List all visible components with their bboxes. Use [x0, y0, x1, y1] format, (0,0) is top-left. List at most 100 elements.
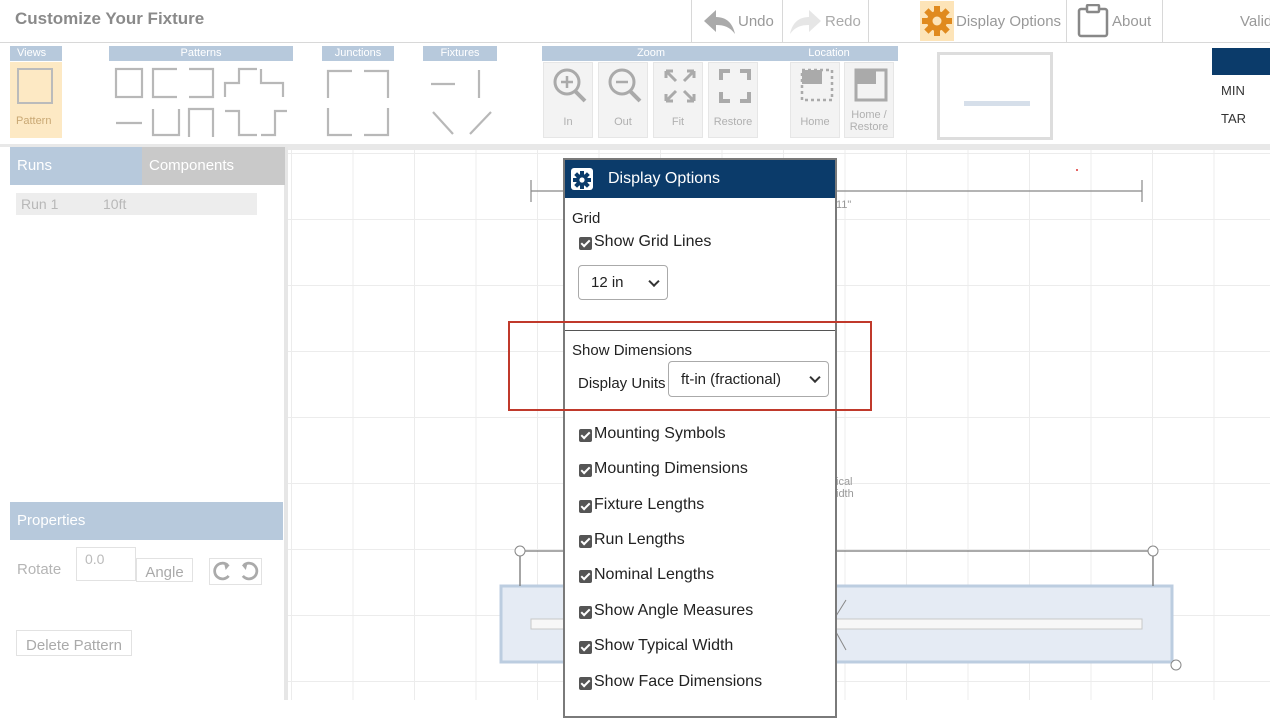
tab-runs[interactable]: Runs — [10, 147, 142, 185]
junction-top-left-icon — [326, 69, 352, 98]
option-label: Nominal Lengths — [594, 566, 715, 583]
mounting-symbols-checkbox[interactable] — [579, 429, 592, 442]
zoom-out-button[interactable]: Out — [598, 62, 648, 138]
display-options-button[interactable]: Display Options — [920, 0, 1061, 42]
rotate-label: Rotate — [17, 561, 62, 578]
option-label: Show Angle Measures — [594, 602, 754, 619]
pattern-view-icon — [17, 68, 53, 104]
pattern-square-icon — [114, 67, 144, 99]
zoom-out-label: Out — [614, 116, 632, 128]
home-label: Home — [800, 116, 830, 128]
option-label: Show Typical Width — [594, 637, 734, 654]
tar-label: TAR — [1221, 111, 1247, 126]
junction-tools — [326, 69, 390, 137]
show-angle-measures-checkbox[interactable] — [579, 606, 592, 619]
mounting-dimensions-option[interactable]: Mounting Dimensions — [579, 460, 748, 478]
rotate-input[interactable] — [76, 547, 136, 581]
show-typical-width-option[interactable]: Show Typical Width — [579, 637, 733, 655]
gear-icon — [920, 1, 954, 41]
show-face-dimensions-option[interactable]: Show Face Dimensions — [579, 673, 762, 691]
show-typical-width-checkbox[interactable] — [579, 641, 592, 654]
pattern-z-icon — [225, 109, 257, 137]
zoom-in-icon — [553, 68, 587, 103]
typical-width-line1: ical — [836, 476, 853, 488]
junction-bottom-right-icon — [364, 108, 390, 137]
grid-heading: Grid — [572, 210, 601, 227]
redo-icon — [790, 10, 821, 34]
mounting-dimensions-checkbox[interactable] — [579, 464, 592, 477]
dialog-title: Display Options — [608, 170, 721, 187]
show-grid-lines-option[interactable]: Show Grid Lines — [579, 233, 711, 251]
zoom-in-button[interactable]: In — [543, 62, 593, 138]
tab-components[interactable]: Components — [142, 147, 285, 185]
fixture-lengths-checkbox[interactable] — [579, 500, 592, 513]
fixture-lengths-option[interactable]: Fixture Lengths — [579, 496, 704, 514]
show-grid-lines-label: Show Grid Lines — [594, 233, 712, 250]
undo-icon — [704, 10, 735, 34]
divider — [1162, 0, 1163, 42]
rotate-counterclockwise-icon[interactable] — [236, 559, 262, 584]
zoom-out-icon — [608, 68, 642, 103]
home-restore-button[interactable]: Home / Restore — [844, 62, 894, 138]
show-angle-measures-option[interactable]: Show Angle Measures — [579, 602, 753, 620]
run-length: 10ft — [103, 196, 127, 212]
fit-icon — [664, 69, 696, 103]
right-panel-header — [1212, 48, 1270, 75]
show-face-dimensions-checkbox[interactable] — [579, 677, 592, 690]
fixture-tools — [431, 70, 492, 135]
delete-pattern-button[interactable]: Delete Pattern — [16, 630, 132, 656]
nominal-lengths-option[interactable]: Nominal Lengths — [579, 566, 714, 584]
fixtures-group-header: Fixtures — [423, 46, 497, 61]
pattern-tools — [114, 67, 287, 137]
validate-button[interactable]: Valid — [1240, 0, 1270, 42]
option-label: Run Lengths — [594, 531, 685, 548]
redo-button[interactable]: Redo — [789, 0, 861, 42]
home-restore-label-line2: Restore — [849, 121, 889, 133]
fixture-diagonal-up-icon — [469, 111, 492, 135]
option-label: Mounting Dimensions — [594, 460, 748, 477]
divider — [691, 0, 692, 42]
home-restore-label-line1: Home / — [851, 109, 887, 121]
rotate-buttons — [209, 558, 262, 585]
rotate-clockwise-icon[interactable] — [210, 559, 236, 584]
chevron-down-icon — [648, 275, 660, 287]
app-header: Customize Your Fixture Undo Redo Display… — [0, 0, 1270, 43]
pattern-u-icon — [151, 109, 181, 137]
home-icon — [800, 68, 834, 102]
views-pattern-button[interactable]: Pattern — [10, 62, 62, 138]
fixture-diagonal-down-icon — [432, 111, 454, 135]
grid-size-select[interactable]: 12 in — [578, 265, 668, 300]
app-title: Customize Your Fixture — [15, 9, 205, 28]
minimap[interactable] — [937, 52, 1053, 140]
typical-width-line2: idth — [836, 488, 854, 500]
mounting-symbols-option[interactable]: Mounting Symbols — [579, 425, 726, 443]
zoom-restore-button[interactable]: Restore — [708, 62, 758, 138]
option-label: Fixture Lengths — [594, 496, 705, 513]
run-name: Run 1 — [21, 196, 59, 212]
run-lengths-option[interactable]: Run Lengths — [579, 531, 685, 549]
validate-label: Valid — [1240, 12, 1270, 30]
zoom-restore-label: Restore — [713, 116, 753, 128]
dimension-label-fragment: 11" — [836, 199, 852, 211]
run-lengths-checkbox[interactable] — [579, 535, 592, 548]
angle-button[interactable]: Angle — [136, 558, 193, 582]
divider — [1066, 0, 1067, 42]
pattern-s-icon — [261, 109, 287, 137]
nominal-lengths-checkbox[interactable] — [579, 570, 592, 583]
typical-width-label-fragment: ical idth — [836, 476, 854, 500]
canvas-marker — [1076, 169, 1078, 171]
zoom-fit-label: Fit — [671, 116, 685, 128]
about-label: About — [1112, 12, 1152, 30]
show-grid-lines-checkbox[interactable] — [579, 237, 592, 250]
home-button[interactable]: Home — [790, 62, 840, 138]
run-list-item[interactable]: Run 1 10ft — [16, 193, 257, 215]
pattern-c-icon — [151, 67, 177, 99]
about-button[interactable]: About — [1076, 0, 1151, 42]
undo-label: Undo — [738, 12, 774, 30]
divider — [868, 0, 869, 42]
zoom-fit-button[interactable]: Fit — [653, 62, 703, 138]
zoom-in-label: In — [563, 116, 573, 128]
option-label: Show Face Dimensions — [594, 673, 763, 690]
undo-button[interactable]: Undo — [702, 0, 774, 42]
pattern-n-icon — [187, 107, 215, 137]
